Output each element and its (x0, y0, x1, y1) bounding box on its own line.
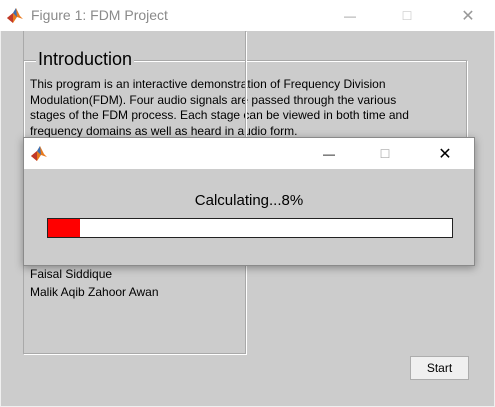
progress-dialog: — ☐ ✕ Calculating...8% (23, 137, 475, 266)
maximize-button[interactable]: ☐ (384, 0, 430, 31)
window-title: Figure 1: FDM Project (31, 7, 168, 23)
dialog-minimize-button[interactable]: — (306, 138, 352, 169)
close-icon: ✕ (438, 145, 452, 163)
maximize-icon: ☐ (379, 146, 391, 161)
close-icon: ✕ (461, 7, 475, 25)
progress-bar (47, 218, 453, 238)
minimize-icon: — (344, 8, 356, 23)
start-button[interactable]: Start (410, 356, 469, 380)
author-name: Malik Aqib Zahoor Awan (30, 285, 159, 299)
progress-bar-fill (48, 219, 81, 237)
dialog-title-bar[interactable]: — ☐ ✕ (24, 138, 474, 169)
title-bar[interactable]: Figure 1: FDM Project — ☐ ✕ (0, 0, 495, 31)
dialog-close-button[interactable]: ✕ (422, 138, 468, 169)
dialog-maximize-button[interactable]: ☐ (362, 138, 408, 169)
close-button[interactable]: ✕ (445, 0, 491, 31)
maximize-icon: ☐ (401, 8, 413, 23)
matlab-icon (31, 146, 47, 161)
minimize-icon: — (323, 146, 335, 161)
dialog-body: Calculating...8% (24, 169, 474, 265)
matlab-icon (7, 8, 23, 23)
author-name: Faisal Siddique (30, 267, 113, 281)
authors-list: Faisal Siddique Malik Aqib Zahoor Awan (30, 265, 159, 301)
main-window: Figure 1: FDM Project — ☐ ✕ Introduction… (0, 0, 495, 407)
progress-message: Calculating...8% (194, 192, 304, 209)
minimize-button[interactable]: — (327, 0, 373, 31)
